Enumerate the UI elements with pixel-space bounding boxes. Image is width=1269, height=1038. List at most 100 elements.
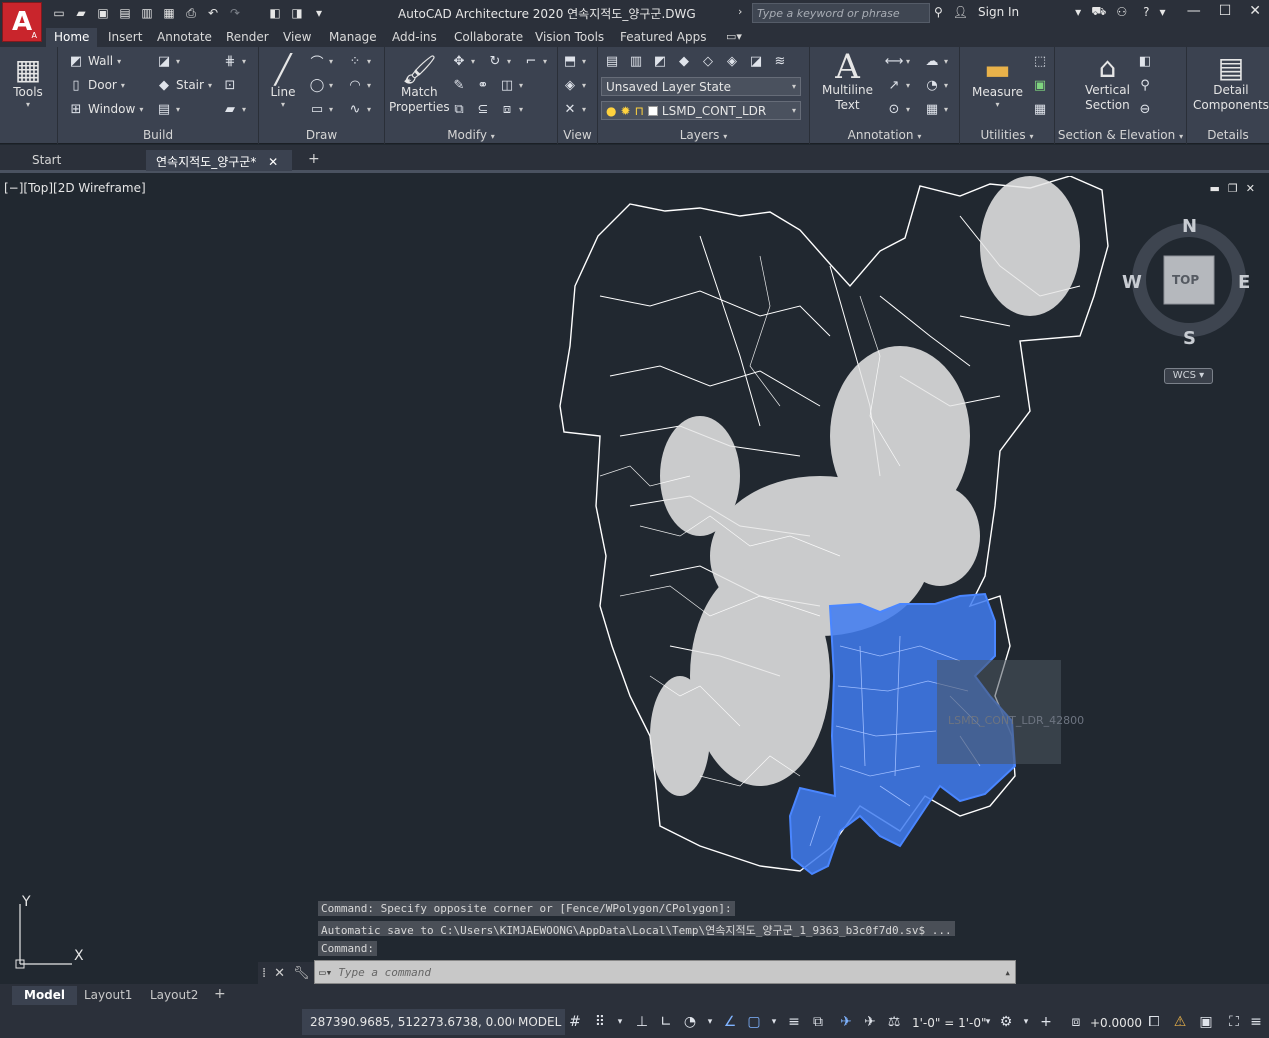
open-from-web-icon[interactable]: ▥ <box>138 4 156 22</box>
layer-freeze-icon[interactable]: ◈ <box>724 53 740 69</box>
multiline-text-button[interactable]: A Multiline Text <box>822 47 873 113</box>
fullscreen-icon[interactable]: ⛶ <box>1224 1012 1244 1032</box>
save-to-web-icon[interactable]: ▦ <box>160 4 178 22</box>
view-cube[interactable]: N S E W TOP <box>1122 216 1250 349</box>
tab-annotate[interactable]: Annotate <box>149 28 220 47</box>
viewport-restore-icon[interactable]: ❐ <box>1228 182 1238 195</box>
close-command-line-icon[interactable]: ✕ <box>274 966 285 981</box>
layer-lock-icon[interactable]: ◪ <box>748 53 764 69</box>
elevation-button[interactable]: ◧ <box>1137 53 1153 69</box>
layer-state-dropdown[interactable]: Unsaved Layer State ▾ <box>601 77 801 96</box>
calculator-button[interactable]: ▦ <box>1032 101 1048 117</box>
tab-model[interactable]: Model <box>12 986 78 1005</box>
vertical-section-button[interactable]: ⌂ Vertical Section <box>1085 51 1130 113</box>
drag-handle-icon[interactable]: ⁞ <box>262 966 266 981</box>
wcs-menu-button[interactable]: WCS ▾ <box>1164 368 1213 384</box>
section-line-button[interactable]: ⚲ <box>1137 77 1153 93</box>
scale-dropdown-icon[interactable]: ▾ <box>978 1012 998 1032</box>
measure-button[interactable]: ▬ Measure ▾ <box>972 53 1023 110</box>
search-input[interactable]: Type a keyword or phrase <box>752 3 930 23</box>
layers-panel-title[interactable]: Layers ▾ <box>598 128 809 142</box>
user-icon[interactable]: 👤︎ <box>953 5 968 19</box>
quick-select-button[interactable]: ▣ <box>1032 77 1048 93</box>
application-menu-button[interactable]: A A <box>2 2 42 42</box>
new-file-icon[interactable]: ▭ <box>50 4 68 22</box>
wall-button[interactable]: ◩ Wall ▾ <box>68 53 121 69</box>
snap-mode-icon[interactable]: ⠿ <box>590 1012 610 1032</box>
compass-west[interactable]: W <box>1122 272 1142 293</box>
annotation-scale-icon[interactable]: ⚖ <box>884 1012 904 1032</box>
viewport-label[interactable]: [−][Top][2D Wireframe] <box>4 181 146 195</box>
tab-drawing[interactable]: 연속지적도_양구군* ✕ <box>146 150 292 171</box>
sign-in-link[interactable]: Sign In <box>978 5 1019 19</box>
polar-tracking-icon[interactable]: ◔ <box>680 1012 700 1032</box>
tab-home[interactable]: Home <box>46 28 98 47</box>
layer-off-icon[interactable]: ◇ <box>700 53 716 69</box>
save-as-icon[interactable]: ▤ <box>116 4 134 22</box>
details-panel-title[interactable]: Details <box>1187 128 1269 142</box>
rectangle-button[interactable]: ▭ ▾ <box>309 101 333 117</box>
visual-styles-button[interactable]: ◈ ▾ <box>562 77 586 93</box>
dimension-button[interactable]: ⟷ ▾ <box>885 53 910 69</box>
tab-manage[interactable]: Manage <box>321 28 385 47</box>
isodraft-icon[interactable]: ∠ <box>720 1012 740 1032</box>
annotation-visibility-icon[interactable]: ✈ <box>836 1012 856 1032</box>
tab-view[interactable]: View <box>275 28 319 47</box>
close-icon[interactable]: ✕ <box>1249 3 1261 19</box>
detail-components-button[interactable]: ▤ Detail Components <box>1193 51 1269 113</box>
table-button[interactable]: ▦ ▾ <box>924 101 948 117</box>
elevation-value[interactable]: +0.0000 <box>1090 1016 1142 1030</box>
select-similar-button[interactable]: ⬚ <box>1032 53 1048 69</box>
command-input[interactable]: ▭▾ Type a command ▴ <box>314 960 1016 984</box>
annotation-scale-value[interactable]: 1'-0" = 1'-0" <box>912 1016 987 1030</box>
tab-vision-tools[interactable]: Vision Tools <box>527 28 612 47</box>
parcel-map-drawing[interactable]: LSMD_CONT_LDR_42800 <box>0 176 1269 984</box>
workspace-icon[interactable]: ◨ <box>288 4 306 22</box>
tools-button[interactable]: ▦ Tools ▾ <box>12 53 44 110</box>
layer-isolate-icon[interactable]: ◆ <box>676 53 692 69</box>
array-button[interactable]: ⧈ ▾ <box>499 101 523 117</box>
circle-button[interactable]: ◯ ▾ <box>309 77 333 93</box>
tab-featured-apps[interactable]: Featured Apps <box>612 28 714 47</box>
viewport-close-icon[interactable]: ✕ <box>1246 182 1255 195</box>
mirror-button[interactable]: ◫ ▾ <box>499 77 523 93</box>
model-space-button[interactable]: MODEL <box>514 1009 566 1035</box>
selection-cycling-icon[interactable]: ⧉ <box>808 1012 828 1032</box>
drawing-viewport[interactable]: LSMD_CONT_LDR_42800 [−][Top][2D Wirefram… <box>0 176 1269 984</box>
door-button[interactable]: ▯ Door ▾ <box>68 77 124 93</box>
isolate-button[interactable]: ✕ ▾ <box>562 101 586 117</box>
roof-button[interactable]: ◪ ▾ <box>156 53 180 69</box>
redo-icon[interactable]: ↷ <box>226 4 244 22</box>
layer-states-icon[interactable]: ≋ <box>772 53 788 69</box>
close-tab-icon[interactable]: ✕ <box>268 155 278 169</box>
save-icon[interactable]: ▣ <box>94 4 112 22</box>
ortho-mode-icon[interactable]: ∟ <box>656 1012 676 1032</box>
curtain-wall-button[interactable]: ▤ ▾ <box>156 101 180 117</box>
column-button[interactable]: ⊡ <box>222 77 238 93</box>
leader-button[interactable]: ↗ ▾ <box>886 77 910 93</box>
polar-dropdown-icon[interactable]: ▾ <box>700 1012 720 1032</box>
rotate-button[interactable]: ↻ ▾ <box>487 53 511 69</box>
hatch-button[interactable]: ⁘ ▾ <box>347 53 371 69</box>
chevron-right-icon[interactable]: › <box>738 5 742 18</box>
grid-display-icon[interactable]: # <box>565 1012 585 1032</box>
section-elevation-panel-title[interactable]: Section & Elevation ▾ <box>1055 128 1186 142</box>
maximize-icon[interactable]: ☐ <box>1219 3 1232 19</box>
copy-button[interactable]: ⚭ <box>475 77 491 93</box>
move-button[interactable]: ✥ ▾ <box>451 53 475 69</box>
layer-dropdown[interactable]: ● ✹ ⊓ LSMD_CONT_LDR ▾ <box>601 101 801 120</box>
offset-button[interactable]: ⊆ <box>475 101 491 117</box>
new-tab-icon[interactable]: + <box>298 150 330 171</box>
share-icon[interactable]: ◧ <box>266 4 284 22</box>
view-cube-button[interactable]: ⬒ ▾ <box>562 53 586 69</box>
grid-button[interactable]: ⋕ ▾ <box>222 53 246 69</box>
customize-menu-icon[interactable]: ≡ <box>1246 1012 1266 1032</box>
customize-wrench-icon[interactable]: 🔧︎ <box>293 966 310 981</box>
workspace-gear-icon[interactable]: ⚙ <box>996 1012 1016 1032</box>
line-button[interactable]: ╱ Line ▾ <box>267 53 299 110</box>
minimize-icon[interactable]: — <box>1187 3 1201 19</box>
qat-dropdown-icon[interactable]: ▾ <box>310 4 328 22</box>
layer-match-icon[interactable]: ▥ <box>628 53 644 69</box>
trim-button[interactable]: ⌐ ▾ <box>523 53 547 69</box>
match-properties-button[interactable]: 🖌︎ Match Properties <box>389 53 450 115</box>
